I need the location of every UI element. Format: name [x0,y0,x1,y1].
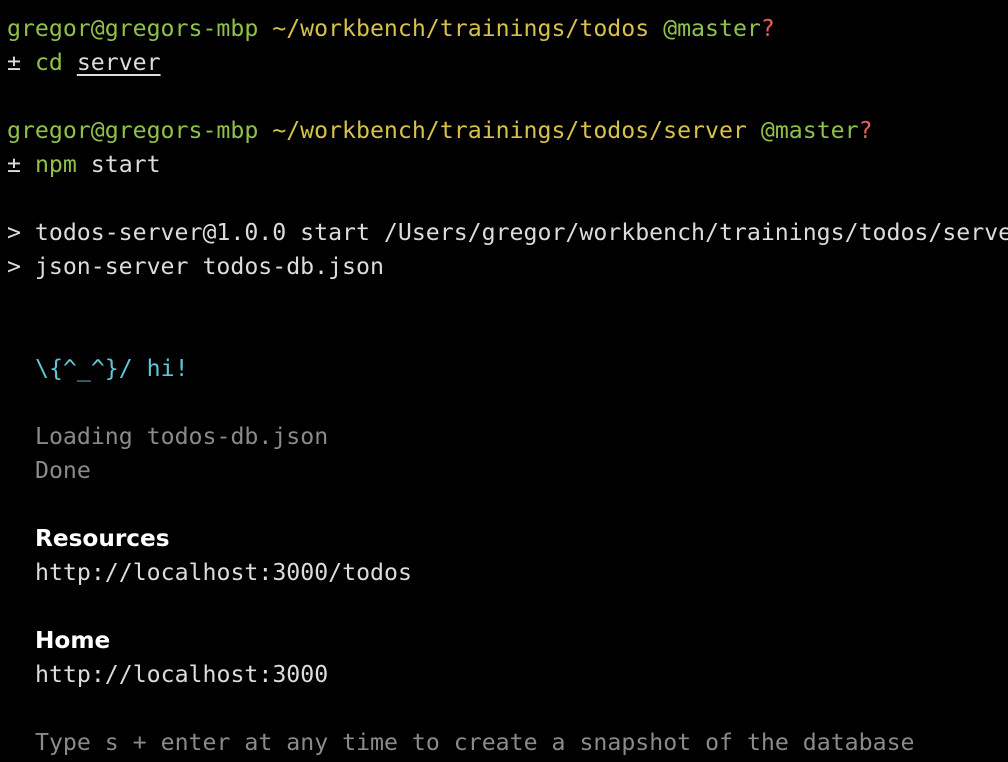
home-url[interactable]: http://localhost:3000 [7,658,1008,692]
prompt-line: gregor@gregors-mbp ~/workbench/trainings… [7,12,1008,46]
npm-output-line: > json-server todos-db.json [7,253,384,280]
prompt-symbol: ± [7,49,21,76]
command-name: npm [34,151,77,178]
prompt-branch: @master [663,15,761,42]
command-argument: start [90,151,161,178]
json-server-greeting: \{^_^}/ hi! [35,355,189,382]
command-name: cd [34,49,63,76]
prompt-user-host: gregor@gregors-mbp [7,117,259,144]
terminal-window[interactable]: gregor@gregors-mbp ~/workbench/trainings… [7,12,1008,760]
command-argument: server [76,49,161,76]
done-message: Done [35,457,91,484]
home-heading: Home [35,627,111,654]
prompt-branch: @master [760,117,859,144]
prompt-line: gregor@gregors-mbp ~/workbench/trainings… [7,114,1008,148]
npm-output-line: > todos-server@1.0.0 start /Users/gregor… [7,219,1008,246]
command-line: ± npm start [7,148,1008,182]
prompt-user-host: gregor@gregors-mbp [7,15,259,42]
resources-heading: Resources [35,525,170,552]
prompt-path: ~/workbench/trainings/todos/server [272,117,747,144]
prompt-dirty-marker: ? [760,15,775,42]
resources-url[interactable]: http://localhost:3000/todos [7,556,1008,590]
snapshot-hint: Type s + enter at any time to create a s… [35,729,915,756]
prompt-symbol: ± [7,151,21,178]
prompt-path: ~/workbench/trainings/todos [272,15,650,42]
prompt-dirty-marker: ? [858,117,873,144]
command-line: ± cd server [7,46,1008,80]
loading-message: Loading todos-db.json [35,423,329,450]
